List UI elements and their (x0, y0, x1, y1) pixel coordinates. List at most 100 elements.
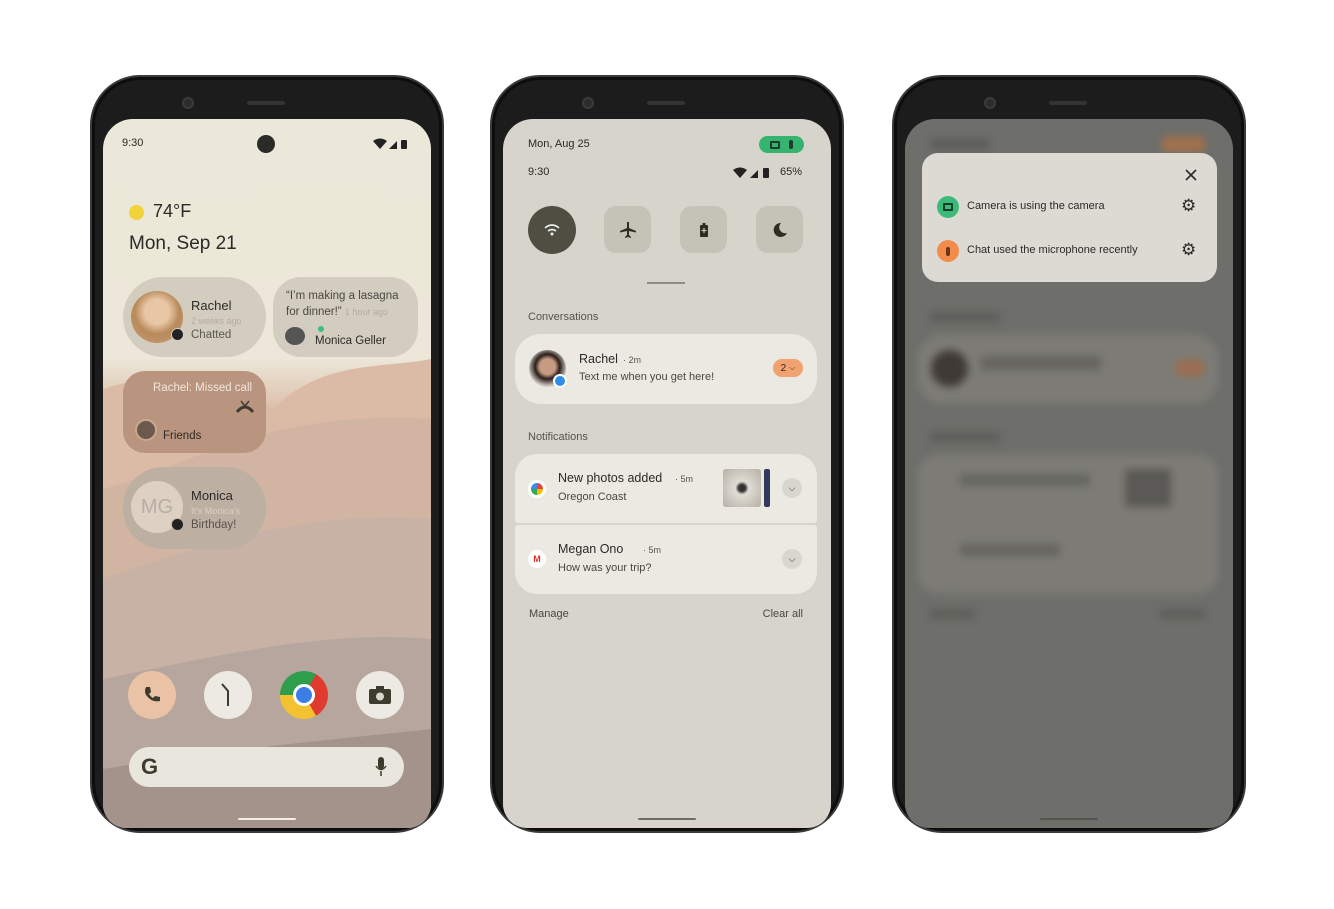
google-logo: G (141, 754, 159, 779)
widget-time: 1 hour ago (344, 307, 388, 317)
status-icons (373, 138, 407, 149)
speaker-grille (647, 101, 685, 105)
chevron-down-icon: ⌵ (788, 482, 796, 493)
camera-icon (369, 686, 391, 704)
front-camera (582, 97, 594, 109)
notification-time: · 5m (675, 474, 694, 484)
sun-icon (129, 205, 144, 220)
chrome-icon (293, 684, 315, 706)
battery-icon (401, 140, 407, 149)
notification-time: · 5m (643, 545, 662, 555)
punch-hole-camera (257, 135, 275, 153)
group-avatar (285, 327, 305, 345)
expand-button[interactable]: ⌵ (782, 549, 802, 569)
camera-icon (769, 140, 780, 149)
photo-thumbnail[interactable] (723, 469, 761, 507)
conversation-notification[interactable]: Rachel · 2m Text me when you get here! 2… (515, 334, 817, 404)
blurred-manage (930, 609, 975, 619)
conversation-widget-rachel[interactable]: Rachel 2 weeks ago Chatted (123, 277, 266, 357)
camera-icon (937, 196, 959, 218)
group-avatar (135, 419, 157, 441)
dimmed-notification-shade: Camera is using the camera ⚙ Chat used t… (905, 119, 1233, 828)
quick-tile-wifi[interactable] (528, 206, 576, 254)
gear-icon[interactable]: ⚙ (1181, 240, 1196, 260)
notification-title: New photos added (558, 471, 663, 485)
blurred-clear-all (1160, 609, 1205, 619)
photo-thumbnail[interactable] (764, 469, 770, 507)
gear-icon[interactable]: ⚙ (1181, 196, 1196, 216)
missed-call-widget[interactable]: Rachel: Missed call Friends (123, 371, 266, 453)
privacy-item-camera[interactable]: Camera is using the camera ⚙ (937, 196, 1197, 218)
wifi-icon (373, 138, 387, 149)
moon-icon (773, 222, 787, 237)
status-time: 9:30 (122, 137, 144, 149)
status-icons (733, 167, 769, 178)
navigation-handle[interactable] (638, 818, 696, 820)
widget-group: Friends (163, 430, 202, 442)
quick-tile-do-not-disturb[interactable] (756, 206, 803, 253)
close-icon[interactable] (1185, 169, 1197, 181)
chrome-app-icon[interactable] (280, 671, 328, 719)
privacy-item-microphone[interactable]: Chat used the microphone recently ⚙ (937, 240, 1197, 262)
airplane-icon (619, 221, 636, 238)
phone-privacy-dialog: Camera is using the camera ⚙ Chat used t… (892, 75, 1246, 833)
blurred-notification-group (917, 454, 1219, 594)
message-count: 2 (780, 362, 787, 374)
conversation-widget-monica-quote[interactable]: “I’m making a lasagna for dinner!” 1 hou… (273, 277, 418, 357)
battery-saver-icon (699, 222, 708, 237)
widget-line1: It's Monica's (191, 506, 240, 516)
navigation-handle[interactable] (1040, 818, 1098, 820)
privacy-item-text: Camera is using the camera (967, 200, 1105, 212)
clock-icon (221, 683, 229, 706)
shade-drag-handle[interactable] (647, 282, 685, 284)
home-screen: 9:30 74°F Mon, Sep 21 Rachel 2 weeks ago… (103, 119, 431, 828)
messages-badge-icon (553, 374, 567, 388)
signal-icon (750, 170, 758, 178)
widget-time: 2 weeks ago (191, 316, 242, 326)
widget-name: Monica Geller (315, 335, 386, 347)
expand-button[interactable]: ⌵ (782, 478, 802, 498)
privacy-indicator-dialog: Camera is using the camera ⚙ Chat used t… (922, 153, 1217, 282)
navigation-handle[interactable] (238, 818, 296, 820)
message-count-expand-button[interactable]: 2 ⌵ (773, 359, 803, 377)
speaker-grille (1049, 101, 1087, 105)
front-camera (984, 97, 996, 109)
online-dot (318, 326, 324, 332)
battery-icon (763, 168, 769, 178)
widget-name: Monica (191, 488, 233, 503)
notification-photos[interactable]: New photos added · 5m Oregon Coast ⌵ (515, 454, 817, 523)
date-text: Mon, Sep 21 (129, 233, 237, 254)
privacy-chip[interactable] (759, 136, 804, 153)
blurred-label (930, 312, 1000, 322)
notification-gmail[interactable]: M Megan Ono · 5m How was your trip? ⌵ (515, 525, 817, 594)
gmail-icon: M (528, 550, 546, 568)
messenger-icon (171, 328, 184, 341)
quick-tile-airplane[interactable] (604, 206, 651, 253)
conversation-time: · 2m (623, 355, 642, 365)
widget-line2: Birthday! (191, 519, 237, 531)
blurred-conversation-card (917, 334, 1219, 404)
battery-percent: 65% (780, 166, 803, 178)
phone-app-icon[interactable] (128, 671, 176, 719)
privacy-item-text: Chat used the microphone recently (967, 244, 1138, 256)
notification-text: How was your trip? (558, 562, 652, 574)
manage-button[interactable]: Manage (529, 608, 569, 620)
clear-all-button[interactable]: Clear all (763, 608, 803, 620)
phone-home-screen: 9:30 74°F Mon, Sep 21 Rachel 2 weeks ago… (90, 75, 444, 833)
missed-call-icon (235, 400, 255, 413)
quick-tile-battery-saver[interactable] (680, 206, 727, 253)
signal-icon (389, 141, 397, 149)
phone-notification-shade: Mon, Aug 25 9:30 65% Conversations Rache… (490, 75, 844, 833)
chevron-down-icon: ⌵ (789, 363, 796, 372)
birthday-widget-monica[interactable]: MG Monica It's Monica's Birthday! (123, 467, 266, 549)
speaker-grille (247, 101, 285, 105)
search-bar[interactable]: G (129, 747, 404, 787)
notification-title: Megan Ono (558, 542, 624, 556)
mic-icon[interactable] (375, 757, 387, 777)
notification-text: Oregon Coast (558, 491, 627, 503)
conversations-label: Conversations (528, 311, 599, 323)
mic-icon (937, 240, 959, 262)
camera-app-icon[interactable] (356, 671, 404, 719)
clock-app-icon[interactable] (204, 671, 252, 719)
shade-time: 9:30 (528, 166, 550, 178)
